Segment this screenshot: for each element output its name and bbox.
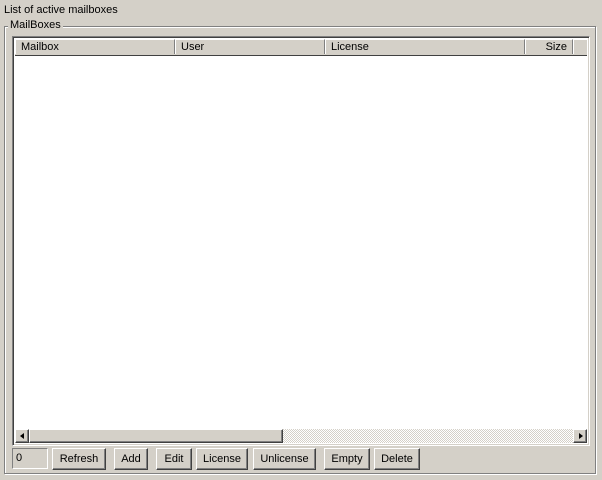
empty-button[interactable]: Empty	[324, 448, 370, 470]
scroll-left-button[interactable]	[15, 429, 29, 443]
mailbox-count-field: 0	[12, 448, 48, 469]
column-header-size[interactable]: Size	[525, 39, 573, 54]
scroll-right-button[interactable]	[573, 429, 587, 443]
scroll-thumb[interactable]	[29, 429, 283, 443]
delete-button[interactable]: Delete	[374, 448, 420, 470]
groupbox-label: MailBoxes	[8, 19, 63, 32]
horizontal-scrollbar[interactable]	[15, 429, 587, 443]
edit-button[interactable]: Edit	[156, 448, 192, 470]
list-header: Mailbox User License Size	[15, 39, 587, 56]
list-body[interactable]	[15, 56, 587, 427]
refresh-button[interactable]: Refresh	[52, 448, 106, 470]
column-header-license[interactable]: License	[325, 39, 525, 54]
license-button[interactable]: License	[196, 448, 248, 470]
add-button[interactable]: Add	[114, 448, 148, 470]
column-header-user[interactable]: User	[175, 39, 325, 54]
column-header-filler	[573, 39, 587, 54]
unlicense-button[interactable]: Unlicense	[253, 448, 316, 470]
column-header-mailbox[interactable]: Mailbox	[15, 39, 175, 54]
page-heading: List of active mailboxes	[4, 4, 118, 16]
arrow-right-icon	[579, 433, 583, 439]
arrow-left-icon	[20, 433, 24, 439]
mailbox-list[interactable]: Mailbox User License Size	[12, 36, 590, 446]
